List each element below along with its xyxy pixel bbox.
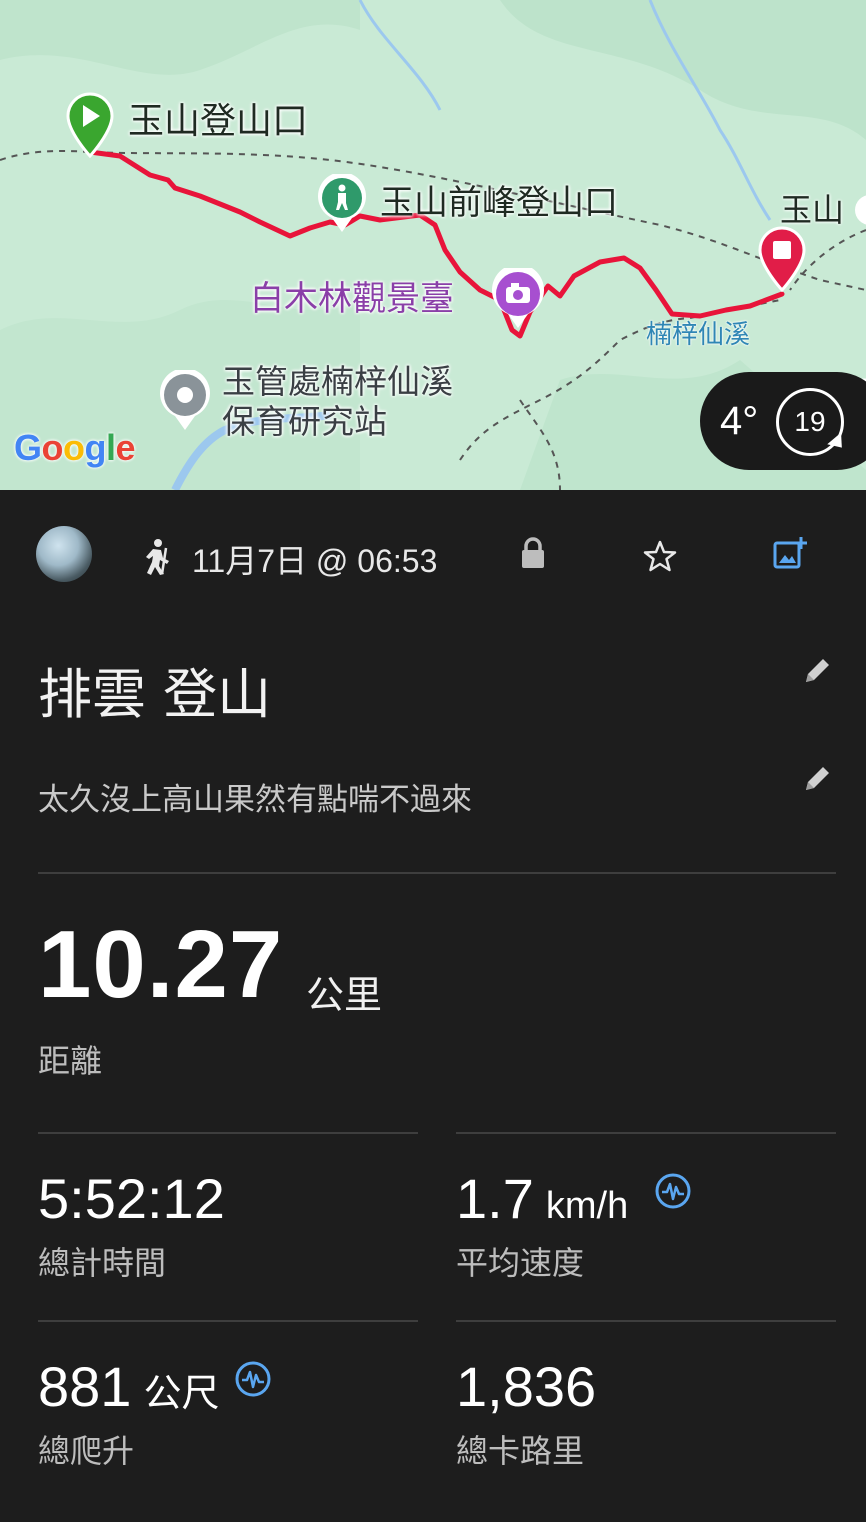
- map-label-trailhead: 玉山登山口: [128, 101, 309, 142]
- stat-total-ascent[interactable]: 881 公尺 總爬升: [38, 1320, 418, 1506]
- distance-unit: 公里: [306, 973, 383, 1017]
- route-map[interactable]: 玉山登山口 玉山前峰登山口 玉山 白木林觀景臺 楠梓仙溪 玉管處楠梓仙溪保育研究…: [0, 0, 866, 490]
- edit-description-icon[interactable]: [800, 762, 834, 796]
- edit-title-icon[interactable]: [800, 654, 834, 688]
- distance-value: 10.27: [38, 911, 284, 1018]
- divider: [456, 1320, 836, 1322]
- hiker-poi-icon[interactable]: [316, 174, 368, 234]
- stat-label: 總計時間: [38, 1244, 167, 1282]
- divider: [38, 1320, 418, 1322]
- weather-temperature: 4°: [720, 398, 759, 443]
- google-logo: Google: [14, 427, 136, 468]
- distance-label: 距離: [38, 1042, 103, 1080]
- stat-value: 5:52:12: [38, 1167, 225, 1230]
- stat-total-calories[interactable]: 1,836 總卡路里: [456, 1320, 836, 1506]
- photo-poi-icon[interactable]: [490, 268, 546, 330]
- activity-header: 11月7日 @ 06:53: [0, 490, 866, 620]
- map-label-station: 玉管處楠梓仙溪保育研究站: [222, 362, 453, 441]
- stat-label: 總卡路里: [456, 1432, 585, 1470]
- stat-value: 1,836: [456, 1355, 597, 1418]
- stat-unit: 公尺: [143, 1373, 220, 1415]
- stat-value: 881 公尺: [38, 1355, 220, 1418]
- wind-speed-indicator: 19: [776, 388, 844, 456]
- stat-label: 平均速度: [456, 1244, 585, 1282]
- map-label-peak-trailhead: 玉山前峰登山口: [380, 183, 618, 223]
- location-poi-icon[interactable]: [158, 370, 212, 432]
- partial-poi-icon-2: [855, 195, 866, 225]
- weather-badge[interactable]: 4° 19: [700, 372, 866, 470]
- map-label-creek: 楠梓仙溪: [646, 320, 751, 350]
- heart-rate-badge-icon: [655, 1173, 691, 1209]
- stat-value: 1.7 km/h: [456, 1167, 629, 1230]
- star-icon[interactable]: [640, 536, 680, 576]
- add-photo-icon[interactable]: [770, 534, 810, 574]
- stat-total-time[interactable]: 5:52:12 總計時間: [38, 1132, 418, 1318]
- stat-unit: km/h: [545, 1185, 629, 1227]
- start-pin-icon[interactable]: [64, 92, 116, 158]
- avatar[interactable]: [36, 526, 92, 582]
- divider: [456, 1132, 836, 1134]
- activity-title: 排雲 登山: [38, 663, 272, 726]
- divider: [38, 872, 836, 874]
- end-pin-icon[interactable]: [756, 226, 808, 292]
- stat-avg-speed[interactable]: 1.7 km/h 平均速度: [456, 1132, 836, 1318]
- hiking-icon: [146, 539, 169, 575]
- map-label-yushan: 玉山: [780, 191, 845, 229]
- lock-icon[interactable]: [518, 536, 548, 570]
- divider: [38, 1132, 418, 1134]
- activity-date: 11月7日 @ 06:53: [192, 543, 438, 579]
- stat-label: 總爬升: [38, 1432, 135, 1470]
- map-label-viewpoint: 白木林觀景臺: [250, 279, 454, 319]
- activity-panel: 11月7日 @ 06:53 排雲 登山 太久沒上高山果然有點喘不過來 10.27…: [0, 490, 866, 1522]
- heart-rate-badge-icon: [235, 1361, 271, 1397]
- activity-description: 太久沒上高山果然有點喘不過來: [38, 782, 472, 818]
